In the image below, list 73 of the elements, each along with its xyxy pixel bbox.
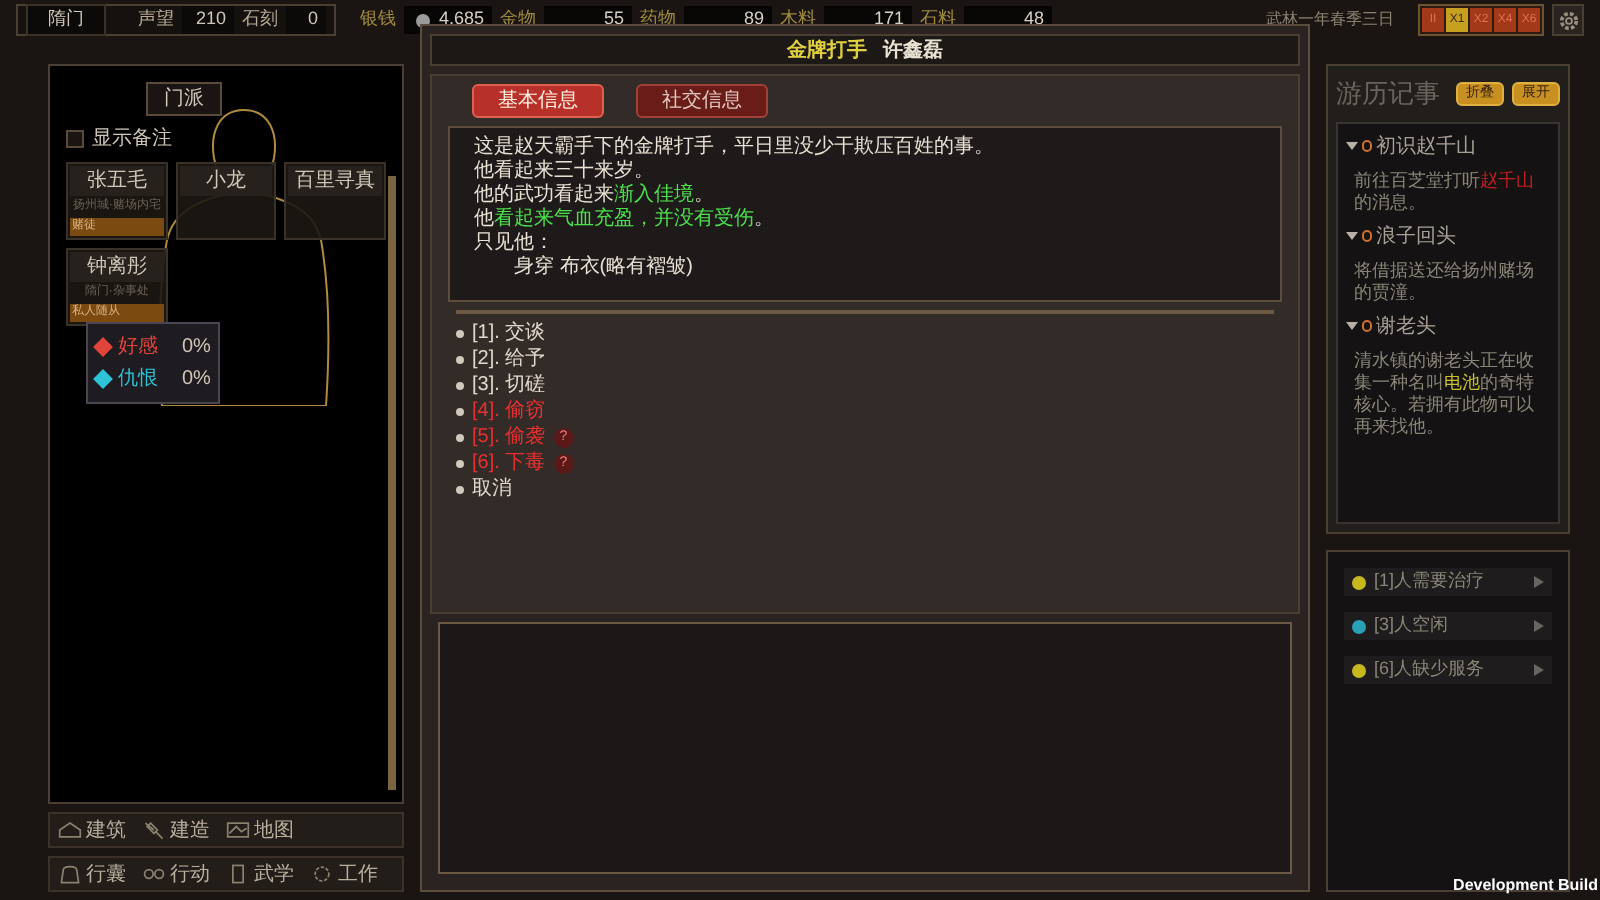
nav-button[interactable]: 工作 [310, 859, 378, 889]
nav-button[interactable]: 地图 [226, 815, 294, 845]
dialog-option[interactable]: [3]. 切磋 [472, 374, 546, 398]
play-arrow-icon [1534, 576, 1544, 588]
member-card[interactable]: 小龙 [175, 162, 277, 240]
map-icon [226, 818, 250, 842]
gear-icon [310, 862, 334, 886]
member-card[interactable]: 百里寻真 [284, 162, 386, 240]
nav-button[interactable]: 行囊 [58, 859, 126, 889]
description-line: 他的武功看起来渐入佳境。 [474, 184, 716, 207]
play-arrow-icon [1534, 664, 1544, 676]
member-name: 张五毛 [70, 166, 164, 196]
book-icon [226, 862, 250, 886]
bag-icon [58, 862, 82, 886]
bullet-icon [456, 486, 464, 494]
settings-button[interactable] [1552, 4, 1584, 36]
stone-label: 石刻 [242, 6, 278, 33]
stat-label: 好感 [118, 333, 158, 362]
settings-icon [1557, 9, 1579, 31]
sect-name: 隋门 [26, 4, 106, 36]
fame-value: 210 [182, 6, 234, 34]
expand-arrow-icon [1346, 322, 1358, 330]
fame-label: 声望 [138, 6, 174, 33]
description-line: 他看起来气血充盈，并没有受伤。 [474, 208, 776, 232]
bullet-icon [456, 460, 464, 468]
notes-checkbox[interactable] [66, 130, 84, 148]
bullet-icon [456, 330, 464, 338]
description-line: 只见他： [474, 232, 556, 255]
expand-arrow-icon [1346, 142, 1358, 150]
journal-title: 游历记事 [1336, 76, 1440, 112]
dialog-option[interactable]: 取消 [472, 478, 512, 502]
npc-role: 金牌打手 [787, 37, 867, 65]
member-name: 钟离彤 [70, 252, 164, 282]
bullet-icon [456, 408, 464, 416]
hammer-icon [142, 818, 166, 842]
stat-value: 0% [182, 366, 211, 394]
bullet-icon [456, 434, 464, 442]
quest-title: 初识赵千山 [1376, 133, 1476, 161]
nav-button[interactable]: 行动 [142, 859, 210, 889]
build-label: Development Build [1453, 874, 1598, 898]
description-line: 他看起来三十来岁。 [474, 160, 656, 183]
quest-title: 谢老头 [1376, 313, 1436, 341]
member-name: 百里寻真 [288, 166, 382, 196]
bullet-icon [456, 382, 464, 390]
play-arrow-icon [1534, 620, 1544, 632]
quest-description: 清水镇的谢老头正在收集一种名叫电池的奇特核心。若拥有此物可以再来找他。 [1352, 349, 1536, 437]
nav-button[interactable]: 建筑 [58, 815, 126, 845]
info-tab[interactable]: 基本信息 [472, 84, 604, 118]
bullet-icon [456, 356, 464, 364]
description-line: 这是赵天霸手下的金牌打手，平日里没少干欺压百姓的事。 [474, 136, 996, 159]
quest-description: 前往百芝堂打听赵千山 的消息。 [1352, 169, 1536, 213]
nav-button[interactable]: 武学 [226, 859, 294, 889]
description-line: 身穿 布衣(略有褶皱) [512, 256, 695, 280]
coin-icon [416, 13, 431, 27]
expand-arrow-icon [1346, 232, 1358, 240]
stat-label: 仇恨 [118, 365, 158, 394]
stat-value: 0% [182, 334, 211, 362]
dialog-option[interactable]: [2]. 给予 [472, 348, 546, 372]
nav-button[interactable]: 建造 [142, 815, 210, 845]
house-icon [58, 818, 82, 842]
info-tab[interactable]: 社交信息 [636, 84, 768, 118]
quest-title: 浪子回头 [1376, 223, 1456, 251]
notice-item[interactable]: [1]人需要治疗 [1344, 568, 1552, 596]
notice-item[interactable]: [3]人空闲 [1344, 612, 1552, 640]
stone-value: 0 [286, 6, 326, 34]
dialog-option[interactable]: [1]. 交谈 [472, 322, 546, 346]
member-name: 小龙 [179, 166, 273, 196]
quest-description: 将借据送还给扬州赌场的贾潼。 [1352, 259, 1536, 303]
checkbox-label: 显示备注 [92, 125, 172, 154]
resource-label: 银钱 [360, 6, 396, 33]
notice-item[interactable]: [6]人缺少服务 [1344, 656, 1552, 684]
npc-name: 许鑫磊 [883, 37, 943, 65]
roster-tab[interactable]: 门派 [146, 82, 222, 116]
